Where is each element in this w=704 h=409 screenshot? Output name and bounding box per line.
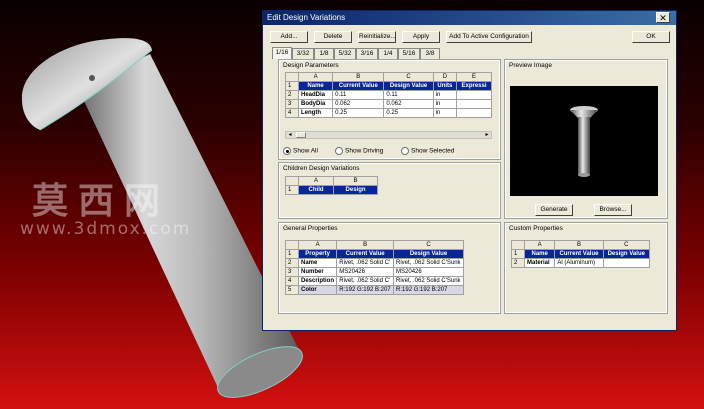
custom-properties-group: Custom Properties [504,222,668,314]
scroll-right-icon[interactable]: ▸ [483,132,491,139]
tab-1-4[interactable]: 1/4 [378,48,398,59]
radio-selected-icon [283,147,291,155]
watermark-logo: 莫西网 [32,180,171,222]
table-row[interactable]: 3 BodyDia 0.062 0.062 in [285,99,492,109]
table-row[interactable]: 1 Property Current Value Design Value [285,249,464,259]
radio-show-all[interactable]: Show All [283,147,318,156]
generate-button[interactable]: Generate [535,204,573,216]
dialog-title: Edit Design Variations [267,13,346,22]
tab-5-16[interactable]: 5/16 [398,48,420,59]
add-to-active-configuration-button[interactable]: Add To Active Configuration [446,31,532,43]
apply-button[interactable]: Apply [402,31,440,43]
table-row[interactable]: 1 Name Current Value Design Value Units … [285,81,492,91]
delete-button[interactable]: Delete [314,31,352,43]
design-parameters-scrollbar[interactable]: ◂ ▸ [285,131,492,139]
dialog-title-bar: Edit Design Variations ✕ [263,11,676,25]
radio-show-selected[interactable]: Show Selected [401,147,454,156]
radio-show-driving[interactable]: Show Driving [335,147,383,156]
close-icon[interactable]: ✕ [656,12,670,23]
design-parameters-title: Design Parameters [283,62,339,69]
scroll-thumb[interactable] [296,132,306,138]
design-parameters-table[interactable]: A B C D E 1 Name Current Value Design Va… [285,72,492,118]
preview-title: Preview Image [509,62,552,69]
custom-properties-title: Custom Properties [509,225,563,232]
table-row[interactable]: 4 Length 0.25 0.25 in [285,108,492,118]
tab-3-16[interactable]: 3/16 [356,48,378,59]
tab-5-32[interactable]: 5/32 [334,48,356,59]
general-properties-title: General Properties [283,225,338,232]
tab-3-8[interactable]: 3/8 [420,48,440,59]
radio-unselected-icon [401,147,409,155]
watermark-url: www.3dmox.com [20,219,192,239]
radio-unselected-icon [335,147,343,155]
tab-1-16[interactable]: 1/16 [272,47,292,59]
custom-properties-table[interactable]: A B C 1 Name Current Value Design Value … [511,240,651,268]
table-row[interactable]: 4 Description Rivet, .062 Solid C' Rivet… [285,276,464,286]
reinitialize-button[interactable]: Reinitialize... [358,31,396,43]
children-table[interactable]: A B 1 Child Design [285,176,378,195]
table-row[interactable]: 3 Number MS20426 MS20426 [285,267,464,277]
tab-1-8[interactable]: 1/8 [314,48,334,59]
table-row[interactable]: 5 Color R:192 G:192 B:207 R:192 G:192 B:… [285,285,464,295]
scroll-left-icon[interactable]: ◂ [286,132,294,139]
children-title: Children Design Variations [283,165,360,172]
general-properties-table[interactable]: A B C 1 Property Current Value Design Va… [285,240,464,295]
add-button[interactable]: Add... [270,31,308,43]
table-row[interactable]: 1 Name Current Value Design Value [511,249,651,259]
tab-3-32[interactable]: 3/32 [292,48,314,59]
table-row[interactable]: 2 Material Al (Aluminum) [511,258,651,268]
table-row[interactable]: 2 Name Rivet, .062 Solid C' Rivet, .062 … [285,258,464,268]
preview-image [510,86,658,196]
table-row[interactable]: 2 HeadDia 0.11 0.11 in [285,90,492,100]
browse-button[interactable]: Browse... [594,204,632,216]
table-row[interactable]: 1 Child Design [285,185,378,195]
ok-button[interactable]: OK [632,31,670,43]
